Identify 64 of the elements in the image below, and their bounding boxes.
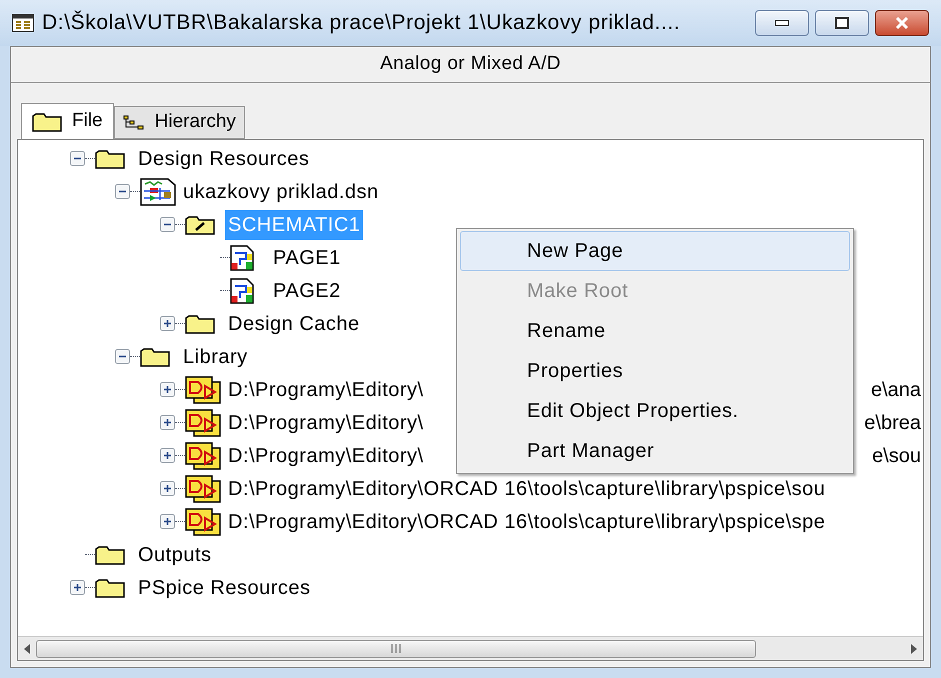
scrollbar-thumb[interactable]	[36, 640, 756, 658]
header-text: Analog or Mixed A/D	[380, 52, 561, 76]
tree-item-label[interactable]: Outputs	[135, 540, 215, 570]
expand-icon[interactable]	[70, 580, 85, 595]
expand-icon[interactable]	[160, 382, 175, 397]
folder-icon	[95, 544, 125, 564]
menu-item[interactable]: Part Manager	[460, 431, 850, 471]
app-window-icon	[12, 14, 34, 32]
tree-item-label[interactable]: PSpice Resources	[135, 572, 314, 602]
schematic-page-icon	[230, 278, 254, 304]
scroll-right-icon[interactable]	[909, 642, 919, 654]
tree-item-label[interactable]: D:\Programy\Editory\ORCAD 16\tools\capture\library\pspice\sou	[225, 474, 828, 504]
tree-item-label[interactable]: e\sou	[872, 440, 923, 470]
close-icon	[895, 17, 909, 29]
menu-item[interactable]: Rename	[460, 311, 850, 351]
tree-item-label[interactable]: PAGE1	[270, 242, 344, 272]
maximize-icon	[835, 17, 849, 29]
folder-icon	[185, 314, 215, 334]
close-button[interactable]	[875, 10, 929, 36]
window-title: D:\Škola\VUTBR\Bakalarska prace\Projekt 1\Ukazkovy priklad....	[42, 10, 680, 36]
collapse-icon[interactable]	[115, 349, 130, 364]
grip-icon	[391, 644, 401, 653]
tree-item-label[interactable]: Library	[180, 342, 251, 372]
library-parts-icon	[185, 474, 221, 502]
tree-item-label[interactable]: D:\Programy\Editory\	[225, 374, 427, 404]
expand-icon[interactable]	[160, 514, 175, 529]
expand-icon[interactable]	[160, 316, 175, 331]
collapse-icon[interactable]	[160, 217, 175, 232]
tree-item-label[interactable]: e\brea	[864, 408, 923, 438]
tree-item-label[interactable]: Design Cache	[225, 308, 363, 338]
tree-item-label[interactable]: Design Resources	[135, 144, 312, 174]
library-parts-icon	[185, 376, 221, 404]
tab[interactable]: File	[21, 103, 114, 139]
minimize-button[interactable]	[755, 10, 809, 36]
tree-item-label[interactable]: e\ana	[870, 374, 923, 404]
folder-icon	[140, 346, 170, 366]
horizontal-scrollbar[interactable]	[18, 636, 923, 660]
minimize-icon	[775, 20, 789, 26]
folder-icon	[95, 148, 125, 168]
maximize-button[interactable]	[815, 10, 869, 36]
menu-item[interactable]: Edit Object Properties.	[460, 391, 850, 431]
library-parts-icon	[185, 508, 221, 536]
scroll-left-icon[interactable]	[22, 642, 32, 654]
tree-item-label[interactable]: PAGE2	[270, 276, 344, 306]
library-parts-icon	[185, 442, 221, 470]
tree-item-label[interactable]: ukazkovy priklad.dsn	[180, 176, 382, 206]
menu-item[interactable]: Properties	[460, 351, 850, 391]
schematic-page-icon	[230, 244, 254, 270]
tab[interactable]: Hierarchy	[114, 106, 245, 139]
tree-item-label[interactable]: D:\Programy\Editory\	[225, 440, 427, 470]
expand-icon[interactable]	[160, 415, 175, 430]
folder-icon	[95, 578, 125, 598]
folder-icon	[32, 112, 62, 132]
expand-icon[interactable]	[160, 481, 175, 496]
library-parts-icon	[185, 408, 221, 436]
expand-icon[interactable]	[160, 448, 175, 463]
tree-item-label[interactable]: D:\Programy\Editory\ORCAD 16\tools\capture\library\pspice\spe	[225, 506, 828, 536]
circuit-document-icon	[140, 178, 176, 206]
folder-pencil-icon	[185, 214, 215, 234]
collapse-icon[interactable]	[70, 151, 85, 166]
menu-item[interactable]: New Page	[460, 231, 850, 271]
collapse-icon[interactable]	[115, 184, 130, 199]
hierarchy-icon	[122, 114, 145, 130]
tree-item-label[interactable]: D:\Programy\Editory\	[225, 408, 427, 438]
